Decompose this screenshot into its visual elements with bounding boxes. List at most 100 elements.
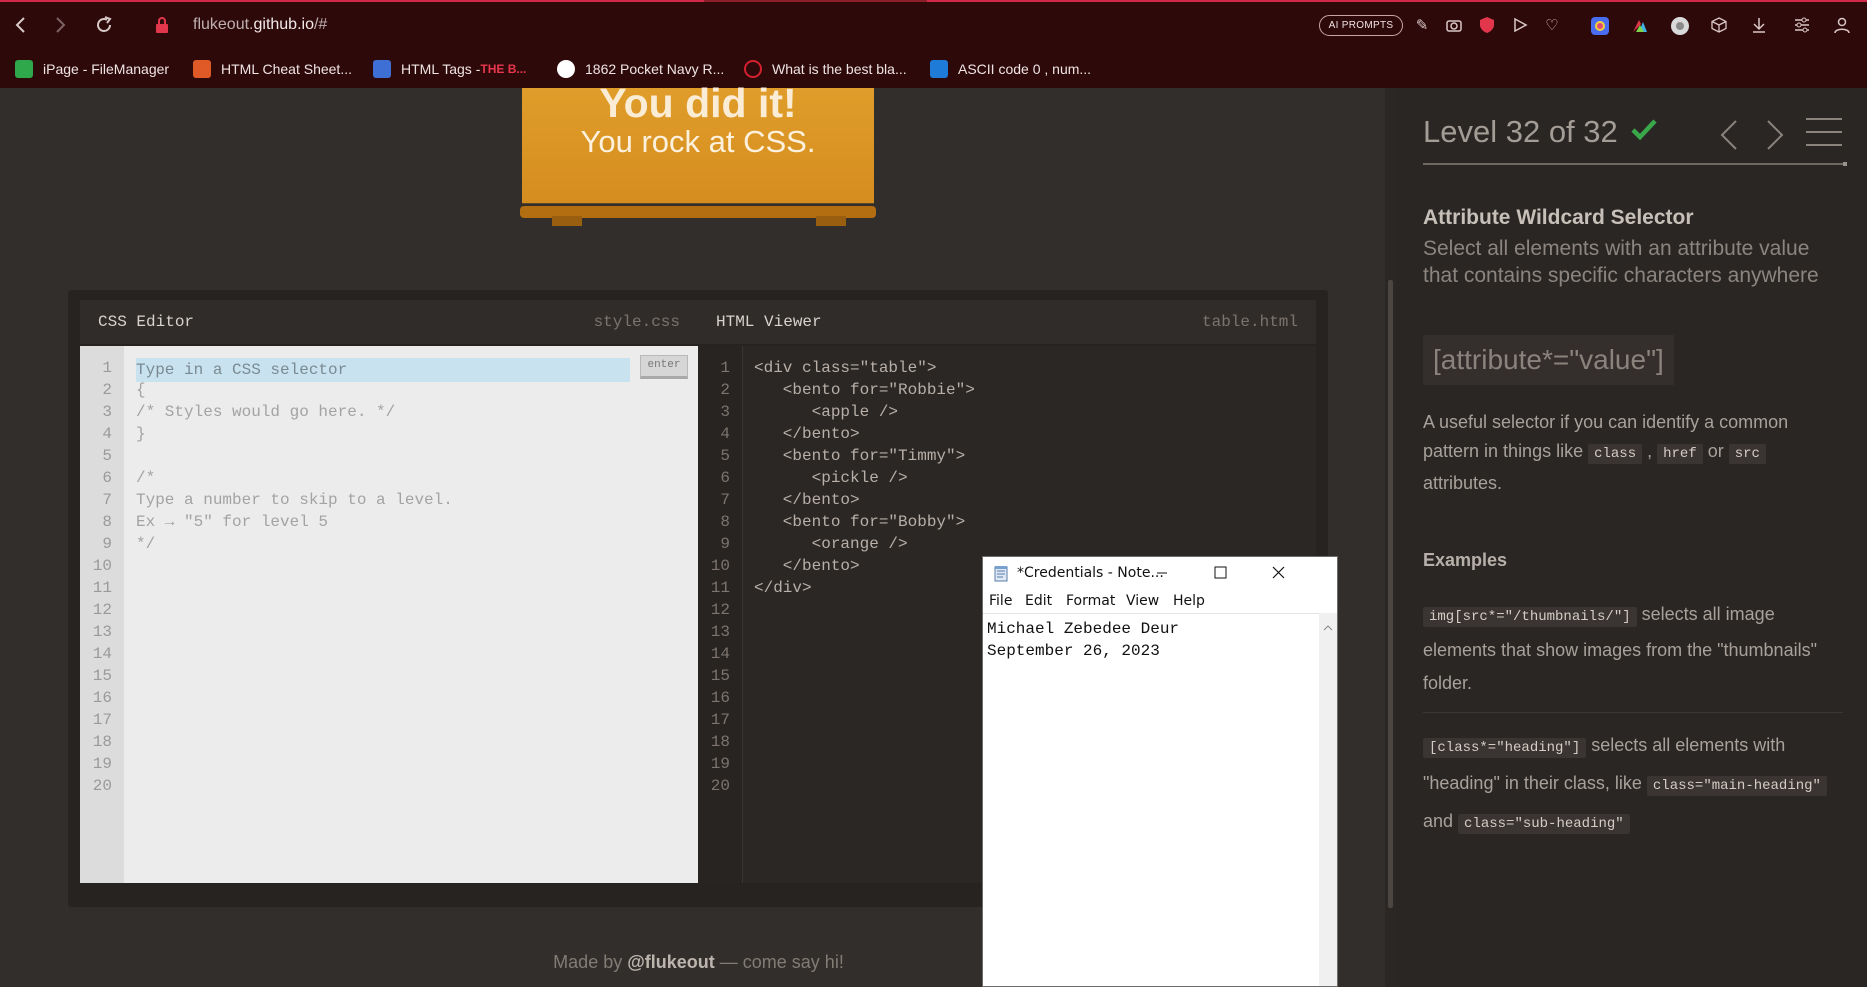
css-selector-input[interactable] — [136, 358, 630, 382]
ascii-favicon-icon — [930, 60, 948, 78]
color-picker-icon[interactable] — [1590, 16, 1610, 36]
line-number: 3 — [720, 403, 730, 421]
css-code-line: /* Styles would go here. */ — [136, 403, 396, 421]
color-extension-icon[interactable] — [1630, 16, 1650, 36]
css-code-line: { — [136, 381, 146, 399]
notepad-text-area[interactable]: Michael Zebedee Deur September 26, 2023 — [983, 613, 1319, 985]
level-indicator: Level 32 of 32 — [1423, 114, 1618, 149]
bookmark-label: HTML Tags - — [401, 61, 481, 77]
selector-description: Select all elements with an attribute va… — [1423, 237, 1819, 287]
html-code-line[interactable]: <apple /> — [754, 403, 898, 421]
bookmark-html-cheat-sheet[interactable]: HTML Cheat Sheet... — [193, 50, 352, 88]
hint-text: or — [1702, 441, 1729, 461]
line-number: 5 — [102, 447, 112, 465]
previous-level-icon[interactable] — [1717, 118, 1741, 152]
profile-icon[interactable] — [1832, 16, 1852, 36]
notepad-line: September 26, 2023 — [987, 642, 1160, 660]
css-code-line: } — [136, 425, 146, 443]
html-code-line[interactable]: <bento for="Bobby"> — [754, 513, 965, 531]
address-bar[interactable]: flukeout.github.io/# — [193, 16, 327, 34]
line-number: 20 — [710, 777, 730, 795]
enter-button[interactable]: enter — [640, 355, 688, 379]
line-number: 13 — [710, 623, 730, 641]
css-editor-title: CSS Editor — [98, 313, 195, 331]
css-code-line: */ — [136, 535, 156, 553]
menu-edit[interactable]: Edit — [1025, 593, 1052, 609]
line-number: 4 — [102, 425, 112, 443]
selector-name: Attribute Wildcard Selector — [1423, 206, 1694, 229]
next-level-icon[interactable] — [1763, 118, 1787, 152]
line-number: 20 — [92, 777, 112, 795]
line-number: 19 — [710, 755, 730, 773]
html-code-line[interactable]: </bento> — [754, 557, 860, 575]
play-icon[interactable] — [1510, 16, 1530, 36]
line-number: 3 — [102, 403, 112, 421]
completed-check-icon — [1630, 117, 1658, 143]
edit-icon[interactable]: ✎ — [1412, 16, 1432, 36]
examples-heading: Examples — [1423, 550, 1508, 570]
html-code-line[interactable]: <bento for="Timmy"> — [754, 447, 965, 465]
css-editor-pane: 1234567891011121314151617181920 enter {/… — [80, 346, 698, 883]
line-number: 19 — [92, 755, 112, 773]
line-number: 7 — [102, 491, 112, 509]
bookmark-ipage[interactable]: iPage - FileManager — [15, 50, 169, 88]
tab-indicator — [927, 0, 1867, 2]
heart-icon[interactable]: ♡ — [1542, 16, 1562, 36]
line-number: 9 — [102, 535, 112, 553]
lock-icon[interactable] — [152, 15, 172, 35]
footer-handle-link[interactable]: @flukeout — [627, 952, 715, 972]
example-text: and — [1423, 811, 1459, 831]
html-code-line[interactable]: </bento> — [754, 491, 860, 509]
notepad-titlebar[interactable]: *Credentials - Note... — [983, 557, 1337, 589]
html5-favicon-icon — [193, 60, 211, 78]
line-number: 11 — [710, 579, 730, 597]
menu-file[interactable]: File — [989, 593, 1012, 609]
banner-leg — [816, 216, 846, 226]
close-icon[interactable] — [1249, 557, 1307, 589]
download-icon[interactable] — [1749, 16, 1769, 36]
html-code-line[interactable]: <orange /> — [754, 535, 908, 553]
quora-favicon-icon — [744, 60, 762, 78]
cube-icon[interactable] — [1709, 16, 1729, 36]
back-icon[interactable] — [10, 14, 32, 36]
line-number: 8 — [102, 513, 112, 531]
camera-icon[interactable] — [1444, 16, 1464, 36]
bookmarks-bar: iPage - FileManager HTML Cheat Sheet... … — [0, 50, 1867, 88]
html-viewer-header: HTML Viewer table.html — [698, 300, 1316, 344]
html-code-line[interactable]: <bento for="Robbie"> — [754, 381, 975, 399]
notepad-window[interactable]: *Credentials - Note... File Edit Format … — [982, 556, 1338, 987]
menu-format[interactable]: Format — [1066, 593, 1115, 609]
level-menu-icon[interactable] — [1806, 118, 1842, 148]
menu-view[interactable]: View — [1126, 593, 1159, 609]
ai-prompts-button[interactable]: AI PROMPTS — [1319, 15, 1403, 36]
example-1: img[src*="/thumbnails/"] selects all ima… — [1423, 598, 1843, 700]
line-number: 17 — [92, 711, 112, 729]
progress-marker — [1843, 162, 1847, 166]
css-code-line: Type a number to skip to a level. — [136, 491, 453, 509]
example-code: class="main-heading" — [1646, 776, 1827, 796]
line-number: 11 — [92, 579, 112, 597]
bookmark-ascii[interactable]: ASCII code 0 , num... — [930, 50, 1091, 88]
css-code-line: Ex → "5" for level 5 — [136, 513, 329, 531]
notepad-scrollbar[interactable] — [1319, 613, 1337, 986]
html-code-line[interactable]: <pickle /> — [754, 469, 908, 487]
footer-text: Made by — [553, 952, 628, 972]
maximize-icon[interactable] — [1191, 557, 1249, 589]
settings-sliders-icon[interactable] — [1792, 16, 1812, 36]
html-code-line[interactable]: </div> — [754, 579, 812, 597]
hint-text: attributes. — [1423, 473, 1503, 493]
scroll-up-icon[interactable] — [1323, 619, 1333, 631]
minimize-icon[interactable] — [1133, 557, 1191, 589]
ipage-favicon-icon — [15, 60, 33, 78]
html-code-line[interactable]: <div class="table"> — [754, 359, 936, 377]
page-scrollbar-thumb[interactable] — [1388, 280, 1393, 908]
menu-help[interactable]: Help — [1173, 593, 1205, 609]
extension-circle-icon[interactable] — [1670, 16, 1690, 36]
hint-code-href: href — [1657, 444, 1703, 464]
bookmark-html-tags[interactable]: HTML Tags - THE B... — [373, 50, 526, 88]
shield-icon[interactable] — [1477, 16, 1497, 36]
forward-icon[interactable] — [49, 14, 71, 36]
html-code-line[interactable]: </bento> — [754, 425, 860, 443]
reload-icon[interactable] — [93, 14, 115, 36]
bookmark-label: iPage - FileManager — [43, 61, 170, 77]
